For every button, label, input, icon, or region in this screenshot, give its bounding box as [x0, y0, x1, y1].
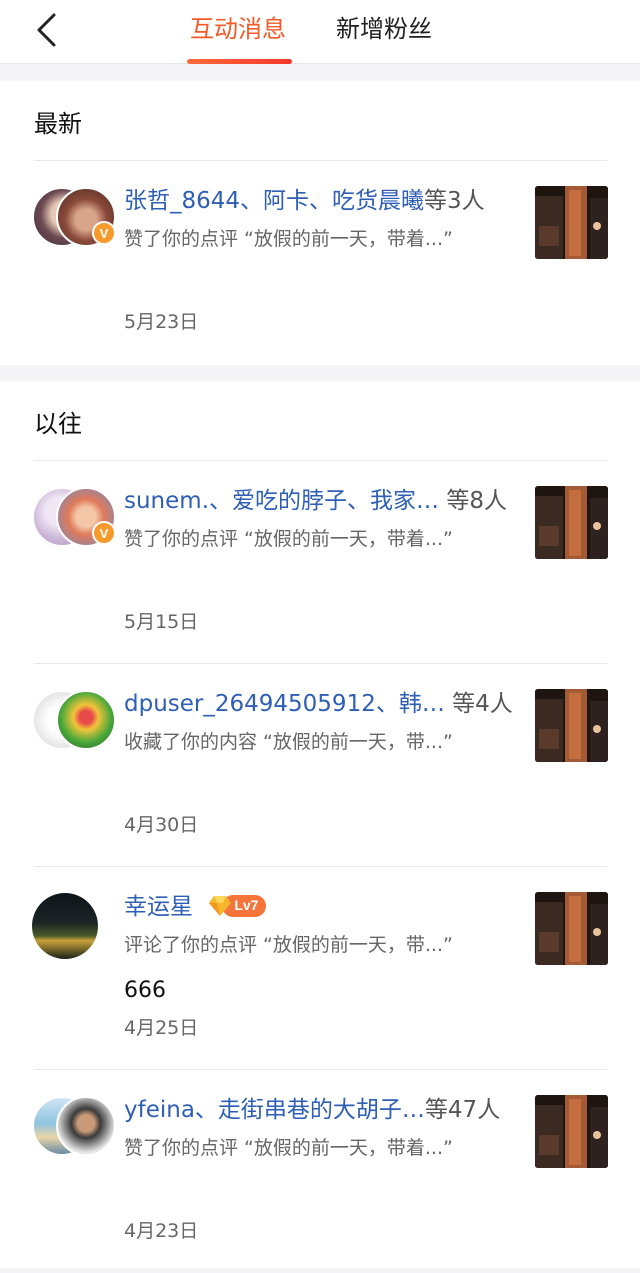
timestamp: 4月30日	[124, 814, 199, 836]
thumbnail-image	[535, 186, 608, 259]
action-description: 评论了你的点评 “放假的前一天，带...”	[124, 934, 453, 956]
action-description: 赞了你的点评 “放假的前一天，带着...”	[124, 528, 453, 550]
review-thumbnail[interactable]	[535, 1095, 608, 1168]
tab-bar: 互动消息 新增粉丝	[0, 0, 640, 64]
avatar-group[interactable]: V	[32, 187, 120, 251]
thumbnail-image	[535, 1095, 608, 1168]
avatar-group[interactable]	[32, 690, 120, 754]
avatar[interactable]	[56, 690, 116, 750]
names-link[interactable]: yfeina、走街串巷的大胡子…	[124, 1097, 425, 1123]
section-title: 最新	[34, 110, 82, 138]
diamond-icon	[209, 895, 232, 916]
user-names[interactable]: 幸运星 Lv7	[124, 891, 267, 923]
review-thumbnail[interactable]	[535, 689, 608, 762]
timestamp: 4月23日	[124, 1220, 199, 1242]
timestamp: 5月15日	[124, 611, 199, 633]
action-description: 赞了你的点评 “放假的前一天，带着...”	[124, 1137, 453, 1159]
thumbnail-image	[535, 689, 608, 762]
action-description: 收藏了你的内容 “放假的前一天，带...”	[124, 731, 453, 753]
avatar[interactable]	[56, 1096, 116, 1156]
section-past: 以往 V sunem.、爱吃的脖子、我家… 等8人 赞了你的点评 “放假的前一天…	[0, 381, 640, 1268]
timestamp: 4月25日	[124, 1017, 199, 1039]
user-names[interactable]: dpuser_26494505912、韩… 等4人	[124, 688, 513, 720]
tab-new-followers[interactable]: 新增粉丝	[336, 14, 432, 44]
notification-item[interactable]: 幸运星 Lv7 评论了你的点评 “放假的前一天，带...” 666 4月25日	[0, 867, 640, 1070]
avatar-group[interactable]	[32, 893, 120, 959]
action-description: 赞了你的点评 “放假的前一天，带着...”	[124, 228, 453, 250]
count-suffix: 等4人	[444, 691, 513, 717]
notification-item[interactable]: V sunem.、爱吃的脖子、我家… 等8人 赞了你的点评 “放假的前一天，带着…	[0, 461, 640, 664]
names-link[interactable]: 张哲_8644、阿卡、吃货晨曦	[124, 188, 424, 214]
timestamp: 5月23日	[124, 311, 199, 333]
thumbnail-image	[535, 892, 608, 965]
count-suffix: 等3人	[424, 188, 485, 214]
names-link[interactable]: dpuser_26494505912、韩…	[124, 691, 445, 717]
names-link[interactable]: sunem.、爱吃的脖子、我家…	[124, 488, 439, 514]
notification-item[interactable]: dpuser_26494505912、韩… 等4人 收藏了你的内容 “放假的前一…	[0, 664, 640, 867]
thumbnail-image	[535, 486, 608, 559]
user-names[interactable]: yfeina、走街串巷的大胡子…等47人	[124, 1094, 500, 1126]
count-suffix: 等47人	[424, 1097, 501, 1123]
avatar[interactable]	[32, 893, 98, 959]
notification-item[interactable]: yfeina、走街串巷的大胡子…等47人 赞了你的点评 “放假的前一天，带着..…	[0, 1070, 640, 1273]
verified-badge-icon: V	[92, 221, 116, 245]
comment-text: 666	[124, 978, 166, 1003]
level-badge: Lv7	[208, 894, 267, 917]
names-link[interactable]: 幸运星	[124, 894, 193, 920]
review-thumbnail[interactable]	[535, 186, 608, 259]
section-latest: 最新 V 张哲_8644、阿卡、吃货晨曦等3人 赞了你的点评 “放假的前一天，带…	[0, 81, 640, 365]
section-title: 以往	[34, 410, 82, 438]
top-bar: 互动消息 新增粉丝	[0, 0, 640, 64]
avatar-group[interactable]	[32, 1096, 120, 1160]
tab-interactive-messages[interactable]: 互动消息	[190, 14, 286, 44]
user-names[interactable]: 张哲_8644、阿卡、吃货晨曦等3人	[124, 185, 485, 217]
review-thumbnail[interactable]	[535, 892, 608, 965]
user-names[interactable]: sunem.、爱吃的脖子、我家… 等8人	[124, 485, 507, 517]
avatar-group[interactable]: V	[32, 487, 120, 551]
notification-item[interactable]: V 张哲_8644、阿卡、吃货晨曦等3人 赞了你的点评 “放假的前一天，带着..…	[0, 161, 640, 364]
count-suffix: 等8人	[439, 488, 507, 514]
review-thumbnail[interactable]	[535, 486, 608, 559]
verified-badge-icon: V	[92, 521, 116, 545]
active-tab-indicator	[187, 59, 292, 64]
